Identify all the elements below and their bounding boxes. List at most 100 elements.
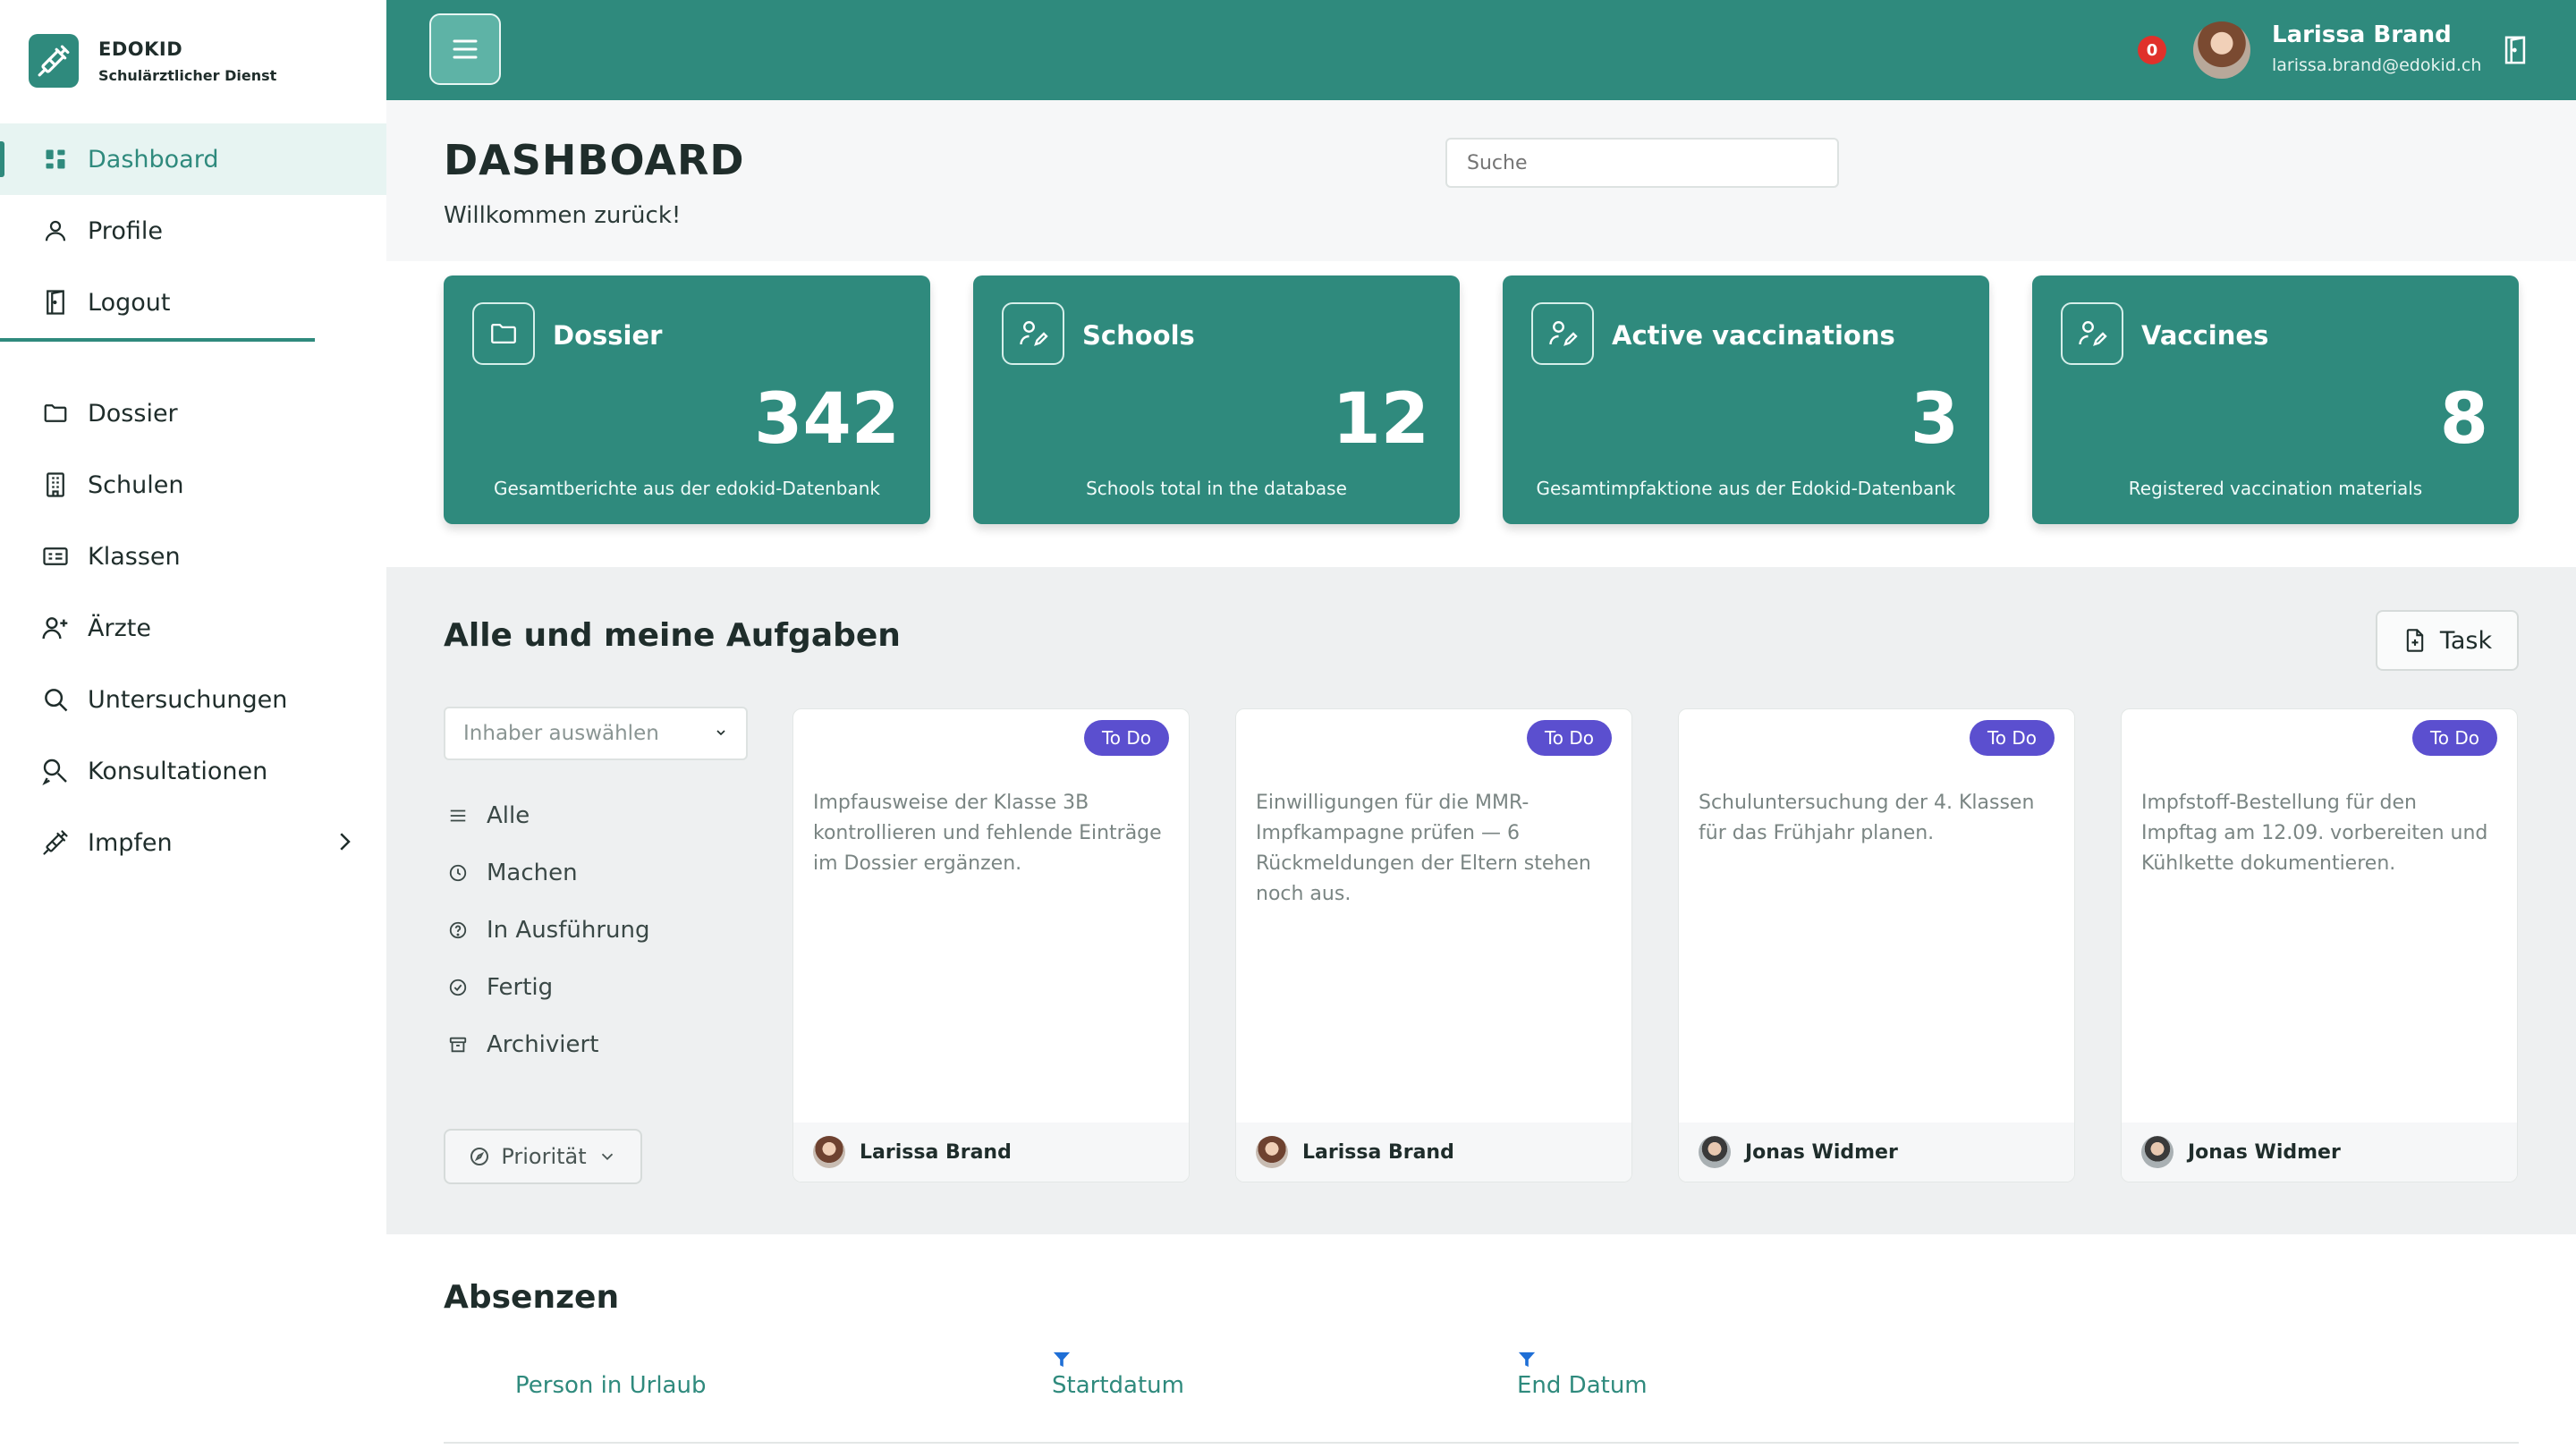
top-bar: 0 Larissa Brand larissa.brand@edokid.ch [386,0,2576,100]
filter-label: Fertig [487,974,554,1001]
stat-value: 12 [1332,379,1429,460]
notification-badge[interactable]: 0 [2138,36,2166,64]
sidebar-item-dossier[interactable]: Dossier [0,377,386,449]
task-description: Impfstoff-Bestellung für den Impftag am … [2141,792,2488,875]
stat-card-active-vaccinations[interactable]: Active vaccinations 3 Gesamtimpfaktione … [1503,275,1989,524]
user-name: Larissa Brand [2272,21,2452,48]
folder-icon [472,302,535,365]
sidebar-item-label: Dossier [88,399,178,428]
sidebar-item-logout[interactable]: Logout [0,267,386,338]
user-icon [41,216,70,245]
filter-icon[interactable] [1052,1351,1072,1368]
filter-icon[interactable] [1517,1351,1537,1368]
stat-card-schools[interactable]: Schools 12 Schools total in the database [973,275,1460,524]
status-badge: To Do [1083,720,1169,756]
hamburger-icon [453,39,478,59]
sidebar: EDOKID Schulärztlicher Dienst Dashboard … [0,0,386,1449]
task-filters: Alle Machen In Ausführung Fertig Archivi… [447,787,742,1073]
check-circle-icon [447,977,469,998]
search-input[interactable] [1445,138,1839,188]
sidebar-item-label: Schulen [88,470,184,499]
status-badge: To Do [1969,720,2055,756]
task-owner: Larissa Brand [793,1123,1189,1182]
add-task-label: Task [2439,626,2493,655]
folder-icon [41,399,70,428]
sidebar-item-label: Logout [88,288,171,317]
sidebar-item-label: Konsultationen [88,757,268,785]
stat-description: Gesamtberichte aus der edokid-Datenbank [493,478,881,499]
hamburger-menu-button[interactable] [429,13,501,85]
user-edit-icon [2061,302,2123,365]
filter-label: Archiviert [487,1031,599,1058]
building-icon [41,470,70,499]
clock-icon [447,862,469,884]
filter-machen[interactable]: Machen [447,844,742,902]
brand-name: EDOKID [98,38,183,60]
sidebar-item-label: Profile [88,216,163,245]
stat-title: Dossier [553,320,663,351]
chevron-down-icon [597,1147,617,1166]
nav-divider [0,338,315,342]
task-card[interactable]: To Do Schuluntersuchung der 4. Klassen f… [1678,708,2075,1182]
page-title: DASHBOARD [444,136,745,184]
status-badge: To Do [1526,720,1612,756]
column-header-person[interactable]: Person in Urlaub [515,1372,706,1399]
avatar [1256,1136,1288,1168]
stat-card-dossier[interactable]: Dossier 342 Gesamtberichte aus der edoki… [444,275,930,524]
avatar [813,1136,845,1168]
task-card[interactable]: To Do Impfausweise der Klasse 3B kontrol… [792,708,1190,1182]
filter-label: Machen [487,860,578,886]
filter-alle[interactable]: Alle [447,787,742,844]
owner-select-placeholder: Inhaber auswählen [463,722,659,745]
brand[interactable]: EDOKID Schulärztlicher Dienst [29,34,276,88]
task-owner-name: Jonas Widmer [1745,1140,1898,1164]
task-description: Einwilligungen für die MMR-Impfkampagne … [1256,792,1591,905]
filter-archiviert[interactable]: Archiviert [447,1016,742,1073]
user-plus-icon [41,614,70,642]
sidebar-item-klassen[interactable]: Klassen [0,521,386,592]
stat-card-vaccines[interactable]: Vaccines 8 Registered vaccination materi… [2032,275,2519,524]
column-header-enddatum[interactable]: End Datum [1517,1372,1648,1399]
dashboard-icon [41,145,70,174]
stat-title: Vaccines [2141,320,2269,351]
sidebar-item-label: Klassen [88,542,181,571]
task-description: Schuluntersuchung der 4. Klassen für das… [1699,792,2035,844]
task-owner: Jonas Widmer [1679,1123,2074,1182]
stat-value: 8 [2439,379,2488,460]
task-card[interactable]: To Do Impfstoff-Bestellung für den Impft… [2121,708,2518,1182]
chevron-right-icon[interactable] [331,828,358,861]
filter-in-ausfuehrung[interactable]: In Ausführung [447,902,742,959]
task-card[interactable]: To Do Einwilligungen für die MMR-Impfkam… [1235,708,1632,1182]
add-task-button[interactable]: Task [2376,610,2519,671]
owner-select[interactable]: Inhaber auswählen [444,707,748,760]
chevron-down-icon [714,722,728,745]
table-divider [444,1442,2519,1444]
logout-door-icon[interactable] [2497,32,2533,68]
user-avatar[interactable] [2193,21,2250,79]
status-badge: To Do [2411,720,2497,756]
user-edit-icon [1531,302,1594,365]
sidebar-item-konsultationen[interactable]: Konsultationen [0,735,386,807]
task-owner-name: Larissa Brand [1302,1140,1454,1164]
priority-button[interactable]: Priorität [444,1129,642,1184]
sidebar-item-label: Untersuchungen [88,685,288,714]
sidebar-item-schulen[interactable]: Schulen [0,449,386,521]
sidebar-item-aerzte[interactable]: Ärzte [0,592,386,664]
task-owner-name: Jonas Widmer [2188,1140,2341,1164]
stat-description: Registered vaccination materials [2128,478,2423,499]
brand-subtitle: Schulärztlicher Dienst [98,66,277,84]
filter-label: In Ausführung [487,917,650,944]
stat-value: 342 [754,379,900,460]
question-circle-icon [447,919,469,941]
task-owner: Larissa Brand [1236,1123,1631,1182]
priority-label: Priorität [501,1144,587,1169]
search-icon [41,685,70,714]
sidebar-item-profile[interactable]: Profile [0,195,386,267]
sidebar-item-label: Ärzte [88,614,151,642]
column-header-startdatum[interactable]: Startdatum [1052,1372,1184,1399]
sidebar-item-untersuchungen[interactable]: Untersuchungen [0,664,386,735]
list-icon [447,805,469,826]
sidebar-item-dashboard[interactable]: Dashboard [0,123,386,195]
filter-fertig[interactable]: Fertig [447,959,742,1016]
sidebar-item-impfen[interactable]: Impfen [0,807,386,878]
